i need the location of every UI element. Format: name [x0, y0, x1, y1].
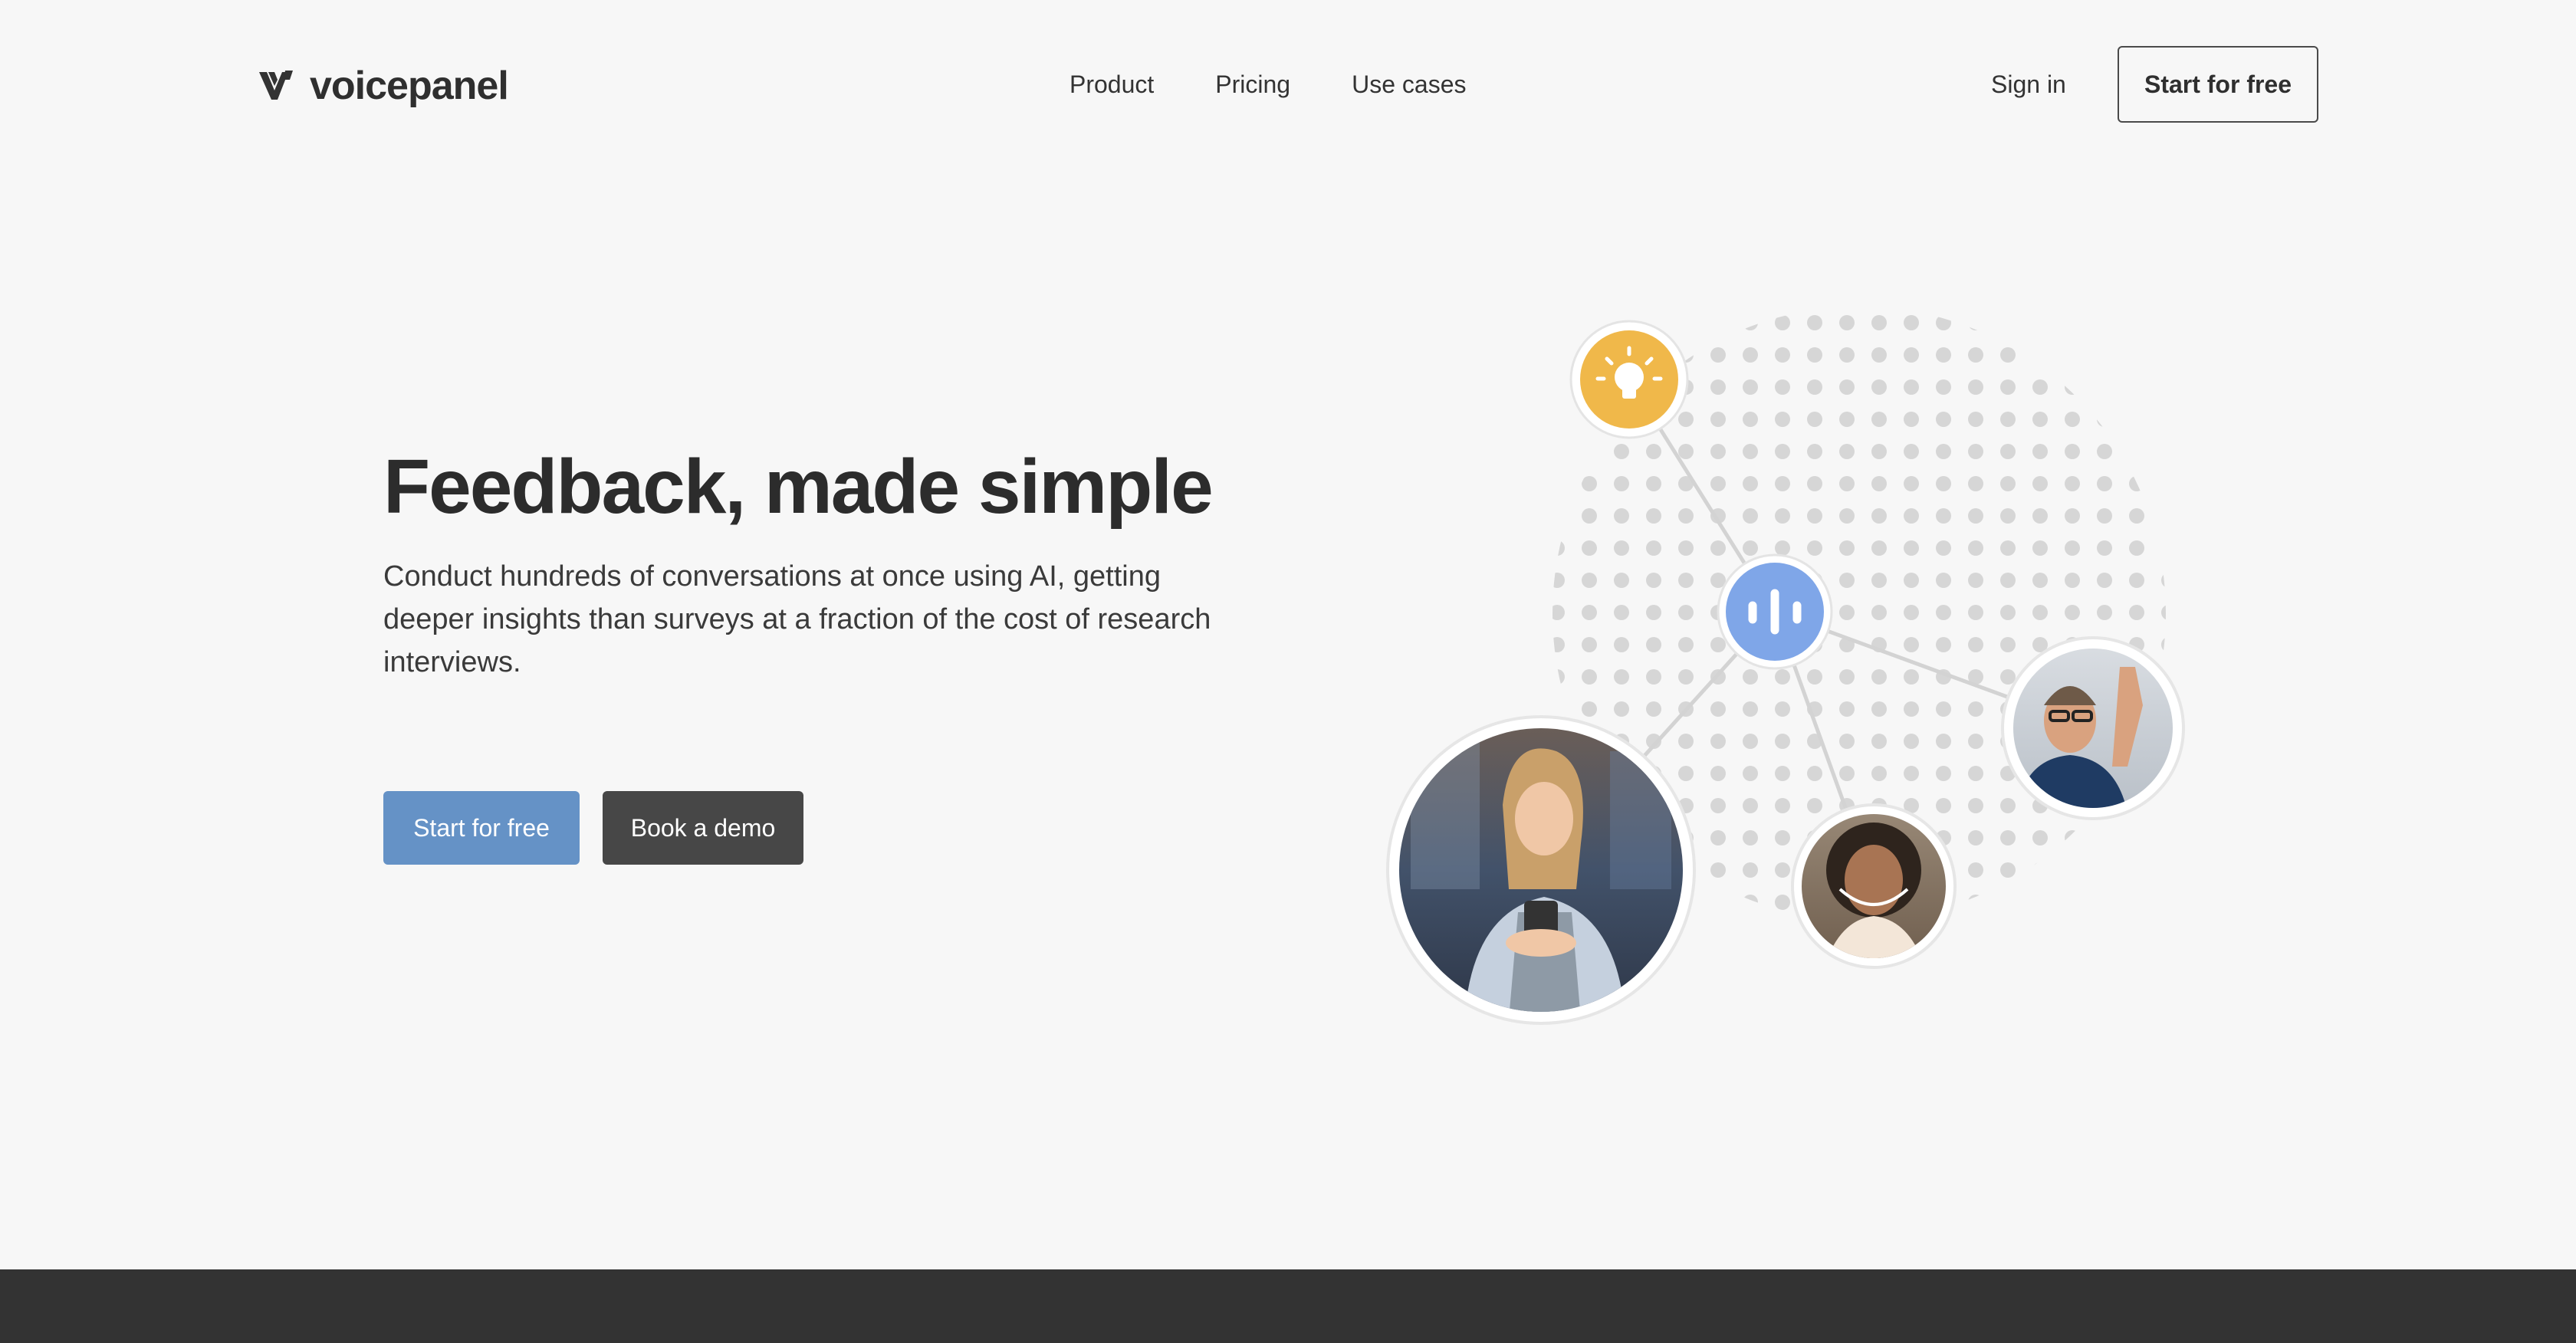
site-header: voicepanel Product Pricing Use cases Sig… — [0, 0, 2576, 169]
header-start-free-button[interactable]: Start for free — [2118, 46, 2318, 123]
man-waving-avatar — [2001, 636, 2185, 820]
network-illustration — [1386, 307, 2185, 1025]
sign-in-link[interactable]: Sign in — [1991, 67, 2066, 101]
logo-link[interactable]: voicepanel — [258, 63, 509, 109]
hero-illustration — [1380, 307, 2223, 1043]
hero-subtitle: Conduct hundreds of conversations at onc… — [383, 560, 1211, 678]
nav-item-use-cases[interactable]: Use cases — [1352, 67, 1466, 101]
woman-with-phone-avatar — [1386, 715, 1696, 1025]
nav-item-product[interactable]: Product — [1070, 67, 1154, 101]
footer-band — [0, 1269, 2576, 1343]
lightbulb-icon — [1569, 320, 1689, 439]
smiling-woman-avatar — [1791, 803, 1957, 969]
audio-wave-icon — [1717, 553, 1833, 670]
start-free-button[interactable]: Start for free — [383, 791, 580, 865]
book-demo-button[interactable]: Book a demo — [603, 791, 803, 865]
voicepanel-logo-icon — [259, 71, 293, 100]
main-nav: Product Pricing Use cases — [1070, 67, 1466, 101]
brand-name: voicepanel — [310, 64, 509, 108]
nav-item-pricing[interactable]: Pricing — [1215, 67, 1290, 101]
hero-title: Feedback, made simple — [383, 444, 1214, 530]
